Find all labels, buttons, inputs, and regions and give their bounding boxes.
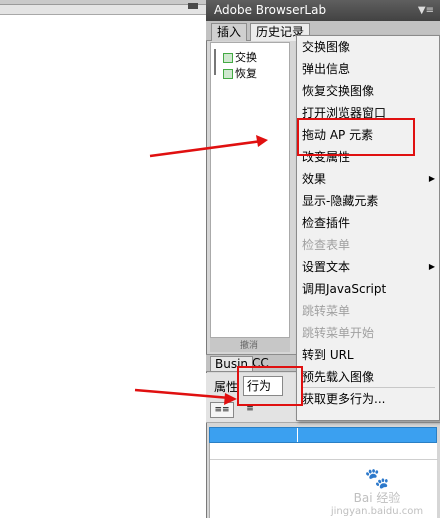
menu-item-label: 弹出信息 [302, 62, 351, 76]
panel-menu-icon[interactable]: ▼≡ [418, 0, 434, 21]
menu-item-label: 跳转菜单开始 [302, 326, 375, 340]
baidu-jingyan-watermark: 🐾 Bai 经验 jingyan.baidu.com [322, 466, 432, 517]
submenu-arrow-icon: ▶ [428, 262, 435, 271]
menu-item-label: 获取更多行为... [302, 392, 386, 406]
menu-item-label: 调用JavaScript [302, 282, 387, 296]
menu-item-label: 恢复交换图像 [302, 84, 375, 98]
history-list[interactable]: 交换 恢复 [210, 42, 290, 338]
history-slider-handle[interactable] [214, 49, 220, 75]
menu-item: 跳转菜单开始 [297, 322, 439, 344]
menu-separator [301, 387, 435, 388]
menu-item[interactable]: 效果 ▶ [297, 168, 439, 190]
panel-title: Adobe BrowserLab [214, 3, 327, 17]
menu-item[interactable]: 转到 URL [297, 344, 439, 366]
menu-item-label: 预先载入图像 [302, 370, 375, 384]
menu-item[interactable]: 显示-隐藏元素 [297, 190, 439, 212]
highlight-drag-ap-element [297, 118, 415, 156]
menu-item-label: 效果 [302, 172, 327, 186]
menu-item-label: 转到 URL [302, 348, 354, 362]
menu-item[interactable]: 调用JavaScript [297, 278, 439, 300]
paw-icon: 🐾 [364, 466, 390, 490]
menu-item[interactable]: 获取更多行为... [297, 388, 439, 410]
left-document-tab-strip [0, 3, 206, 15]
column-divider [297, 428, 298, 442]
menu-item[interactable]: 设置文本 ▶ [297, 256, 439, 278]
browserlab-panel-header: Adobe BrowserLab ▼≡ [206, 0, 440, 21]
submenu-arrow-icon: ▶ [428, 174, 435, 183]
menu-item-label: 检查表单 [302, 238, 351, 252]
menu-item-label: 检查插件 [302, 216, 351, 230]
menu-item[interactable]: 交换图像 [297, 36, 439, 58]
tab-insert[interactable]: 插入 [211, 23, 248, 41]
menu-item[interactable]: 预先载入图像 [297, 366, 439, 388]
add-behavior-menu: 交换图像 弹出信息 恢复交换图像 打开浏览器窗口 拖动 AP 元素 改变属性 效果 ▶ 显示-隐… [296, 35, 440, 421]
document-canvas[interactable] [0, 16, 206, 518]
menu-item[interactable]: 弹出信息 [297, 58, 439, 80]
scroll-thumb[interactable] [188, 3, 198, 9]
history-step-icon [223, 53, 233, 63]
watermark-brand: Bai 经验 [353, 491, 401, 505]
menu-item[interactable]: 恢复交换图像 [297, 80, 439, 102]
history-item[interactable]: 恢复 [223, 65, 257, 81]
menu-item: 跳转菜单 [297, 300, 439, 322]
menu-item-label: 跳转菜单 [302, 304, 351, 318]
menu-item-label: 显示-隐藏元素 [302, 194, 379, 208]
behaviors-table-header[interactable] [209, 427, 437, 443]
history-undo-button[interactable]: 撤消 [210, 338, 290, 352]
menu-item[interactable]: 检查插件 [297, 212, 439, 234]
menu-item-label: 交换图像 [302, 40, 351, 54]
history-step-icon [223, 69, 233, 79]
highlight-add-behavior-button [237, 366, 303, 406]
menu-item: 检查表单 [297, 234, 439, 256]
show-set-events-icon[interactable]: ≡≡ [210, 402, 234, 418]
watermark-url: jingyan.baidu.com [330, 506, 424, 517]
history-item[interactable]: 交换 [223, 49, 257, 65]
properties-label: 属性 [214, 380, 239, 394]
table-row [210, 459, 438, 460]
menu-item-label: 设置文本 [302, 260, 351, 274]
